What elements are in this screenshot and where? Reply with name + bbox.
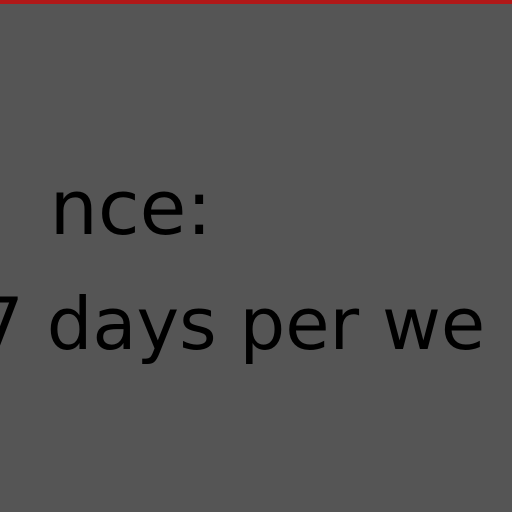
slide-body-text: 7 days per we [0,282,486,366]
slide-heading: nce: [49,163,212,252]
slide-viewport: nce: 7 days per we [0,0,512,512]
